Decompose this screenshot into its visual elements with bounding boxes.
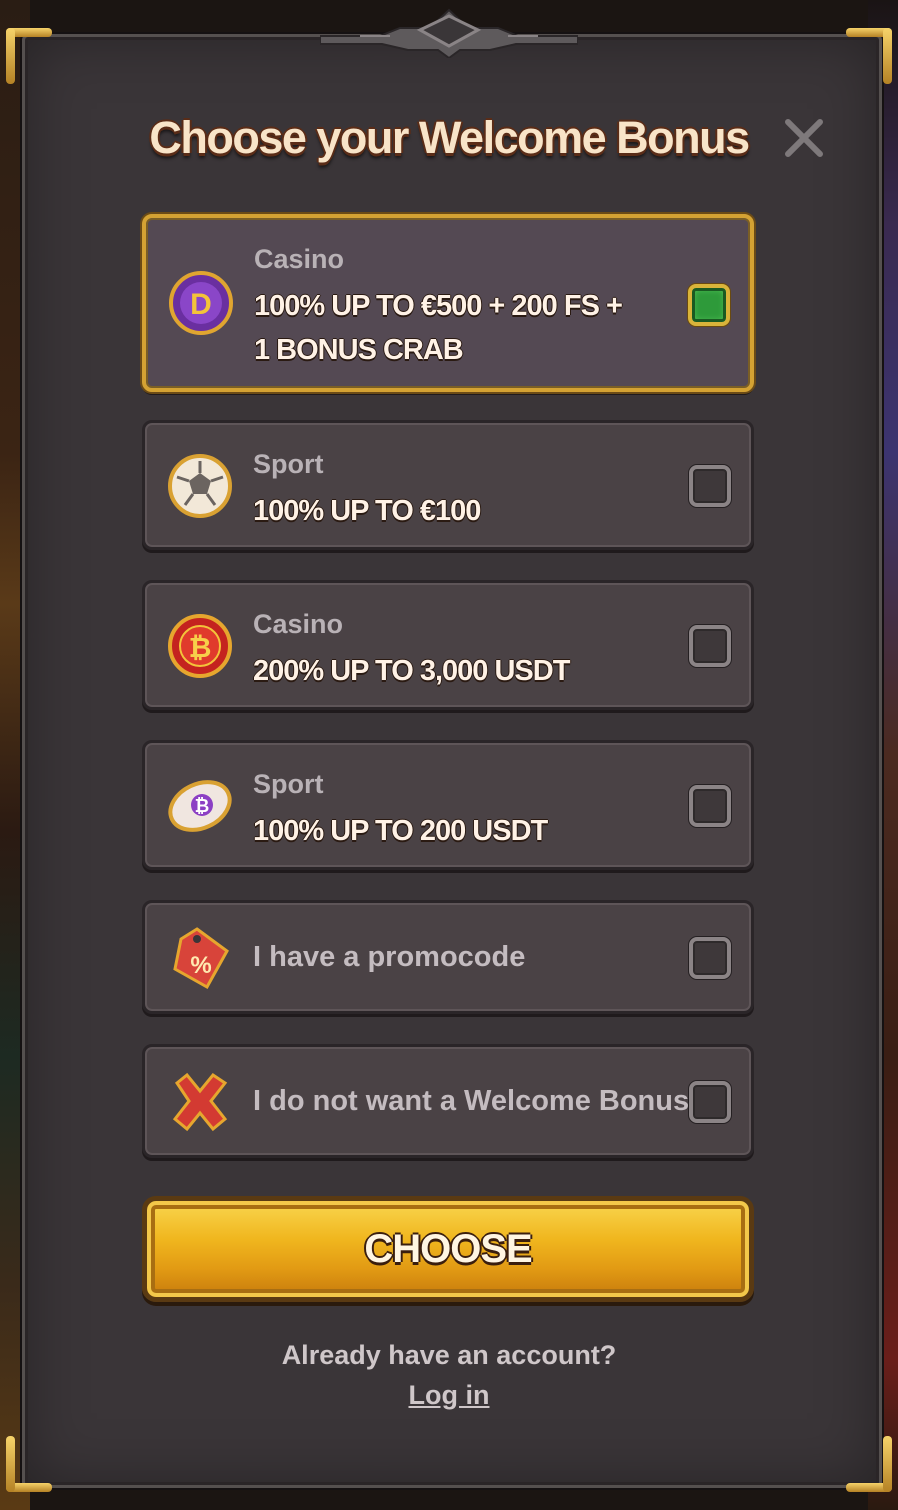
choose-button-label: CHOOSE: [364, 1227, 532, 1271]
bonus-option-casino-usdt[interactable]: ₿ Casino 200% UP TO 3,000 USDT: [142, 580, 754, 710]
svg-text:D: D: [190, 288, 212, 321]
soccer-ball-icon: [168, 454, 232, 518]
option-checkbox[interactable]: [688, 284, 730, 326]
login-link[interactable]: Log in: [0, 1380, 898, 1411]
option-value-line-1: 100% UP TO €500 + 200 FS +: [254, 290, 623, 322]
bonus-option-sport-usdt[interactable]: ₿ Sport 100% UP TO 200 USDT: [142, 740, 754, 870]
svg-text:₿: ₿: [189, 632, 212, 663]
option-value: 100% UP TO €100: [253, 495, 481, 527]
option-value-line-2: 1 BONUS CRAB: [254, 334, 464, 366]
option-category: Casino: [254, 244, 345, 274]
bonus-option-sport-eur[interactable]: Sport 100% UP TO €100: [142, 420, 754, 550]
option-value: 100% UP TO 200 USDT: [253, 815, 548, 847]
frame-corner-bottom-right: [846, 1436, 892, 1492]
red-x-icon: [172, 1072, 228, 1132]
frame-corner-top-right: [846, 28, 892, 84]
bitcoin-chip-icon: ₿: [168, 614, 232, 678]
dialog-title: Choose your Welcome Bonus: [149, 112, 750, 163]
option-checkbox[interactable]: [689, 785, 731, 827]
bitcoin-football-icon: ₿: [168, 780, 232, 832]
dog-coin-icon: D: [169, 271, 233, 335]
crest-ornament-icon: [320, 8, 578, 58]
option-category: Sport: [253, 449, 324, 479]
svg-text:%: %: [190, 952, 211, 979]
account-question: Already have an account?: [281, 1340, 617, 1370]
option-checkbox[interactable]: [689, 1081, 731, 1123]
percent-tag-icon: %: [173, 927, 229, 990]
option-value: 200% UP TO 3,000 USDT: [253, 655, 570, 687]
option-checkbox[interactable]: [689, 465, 731, 507]
svg-text:₿: ₿: [195, 796, 210, 816]
option-category: Casino: [253, 609, 344, 639]
frame-corner-bottom-left: [6, 1436, 52, 1492]
option-category: Sport: [253, 769, 324, 799]
bonus-option-none[interactable]: I do not want a Welcome Bonus: [142, 1044, 754, 1158]
option-checkbox[interactable]: [689, 937, 731, 979]
option-label: I have a promocode: [253, 941, 526, 973]
option-label: I do not want a Welcome Bonus: [253, 1085, 690, 1117]
frame-corner-top-left: [6, 28, 52, 84]
option-checkbox[interactable]: [689, 625, 731, 667]
choose-button[interactable]: CHOOSE: [142, 1196, 754, 1302]
close-icon[interactable]: [782, 116, 826, 160]
bonus-option-casino-eur[interactable]: D Casino 100% UP TO €500 + 200 FS + 1 BO…: [142, 214, 754, 392]
bonus-option-promocode[interactable]: % I have a promocode: [142, 900, 754, 1014]
